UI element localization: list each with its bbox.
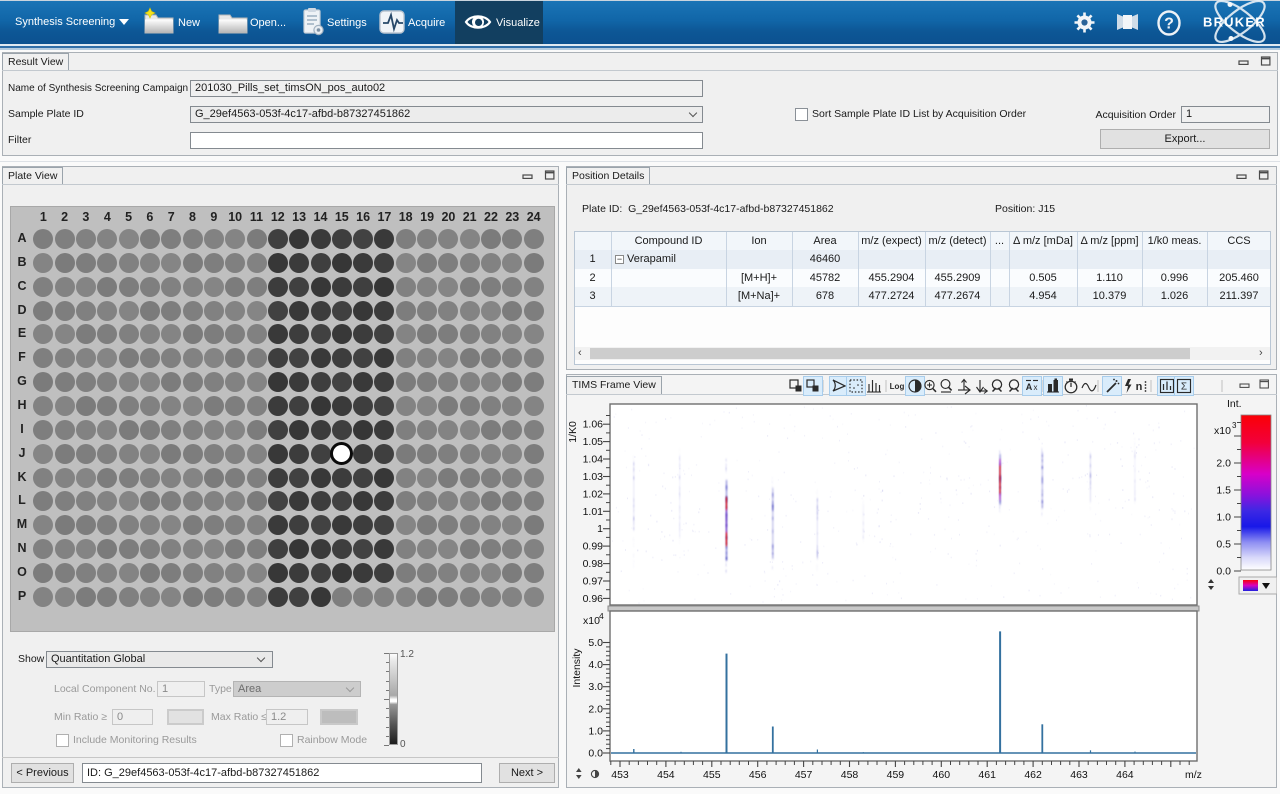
svg-text:461: 461 (978, 769, 996, 781)
svg-text:m/z: m/z (1185, 769, 1202, 781)
svg-text:457: 457 (795, 769, 813, 781)
svg-text:463: 463 (1070, 769, 1088, 781)
svg-text:0.97: 0.97 (583, 576, 604, 588)
svg-text:1.0: 1.0 (588, 725, 603, 737)
svg-text:Intensity: Intensity (571, 648, 583, 688)
svg-text:455: 455 (703, 769, 721, 781)
svg-text:3: 3 (1232, 421, 1237, 430)
svg-text:1/K0: 1/K0 (567, 421, 579, 443)
svg-text:5.0: 5.0 (588, 637, 603, 649)
svg-text:0.0: 0.0 (588, 748, 603, 760)
svg-text:BRUKER: BRUKER (1203, 15, 1266, 30)
svg-text:x10: x10 (1214, 425, 1231, 437)
svg-text:x10: x10 (583, 615, 600, 627)
svg-text:1: 1 (597, 523, 603, 535)
svg-text:0.99: 0.99 (583, 541, 604, 553)
svg-text:456: 456 (749, 769, 767, 781)
svg-text:1.05: 1.05 (583, 436, 604, 448)
svg-text:Σ: Σ (1181, 382, 1187, 393)
svg-text:x: x (1034, 383, 1038, 392)
svg-text:460: 460 (933, 769, 951, 781)
svg-text:1.06: 1.06 (583, 419, 604, 431)
svg-text:0.5: 0.5 (1216, 539, 1231, 551)
svg-text:Int.: Int. (1227, 398, 1242, 410)
svg-text:1.01: 1.01 (583, 506, 604, 518)
svg-text:0.0: 0.0 (1216, 566, 1231, 578)
svg-text:1.03: 1.03 (583, 471, 604, 483)
svg-text:462: 462 (1024, 769, 1042, 781)
svg-text:3.0: 3.0 (588, 681, 603, 693)
svg-text:4.0: 4.0 (588, 659, 603, 671)
svg-text:n: n (1136, 381, 1143, 393)
svg-text:1.04: 1.04 (583, 454, 604, 466)
svg-text:0.96: 0.96 (583, 593, 604, 605)
svg-text:458: 458 (841, 769, 859, 781)
svg-text:453: 453 (611, 769, 629, 781)
svg-text:0.98: 0.98 (583, 558, 604, 570)
svg-text:1.02: 1.02 (583, 488, 604, 500)
svg-text:454: 454 (657, 769, 675, 781)
svg-text:1.5: 1.5 (1216, 485, 1231, 497)
svg-text:459: 459 (887, 769, 905, 781)
svg-text:Log: Log (890, 382, 905, 391)
svg-text:A: A (1026, 382, 1033, 392)
svg-text:464: 464 (1116, 769, 1134, 781)
svg-text:?: ? (1164, 16, 1174, 33)
svg-text:4: 4 (599, 611, 604, 621)
svg-text:2.0: 2.0 (1216, 458, 1231, 470)
svg-text:1.0: 1.0 (1216, 512, 1231, 524)
svg-text:2.0: 2.0 (588, 703, 603, 715)
